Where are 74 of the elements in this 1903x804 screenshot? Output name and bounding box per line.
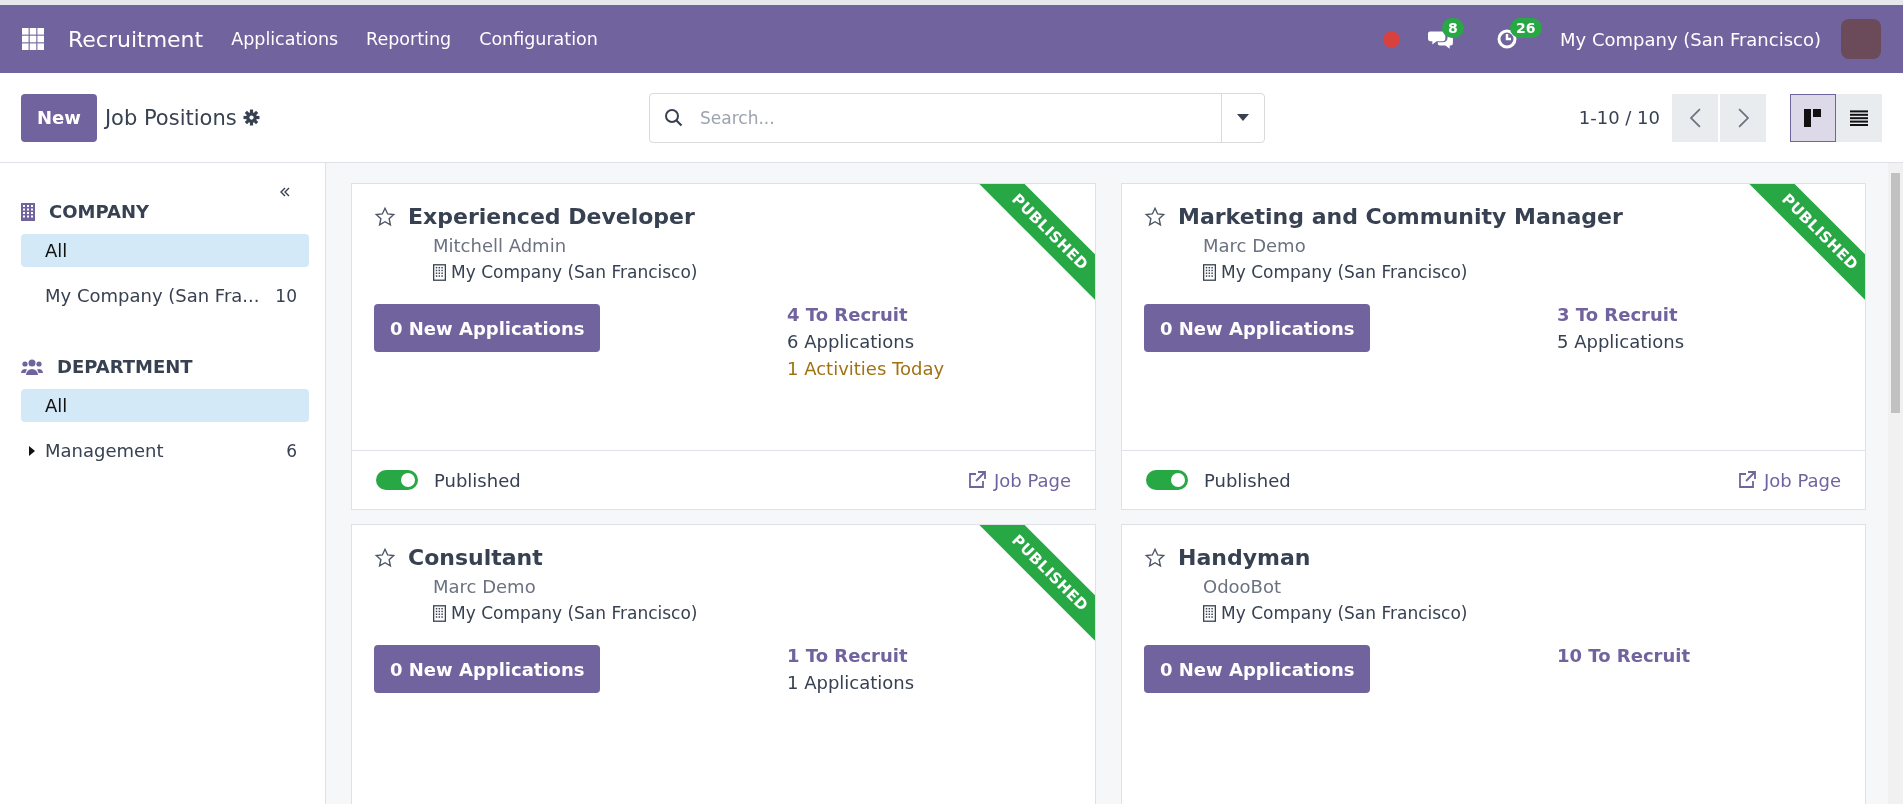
job-title: Marketing and Community Manager	[1178, 204, 1623, 229]
building-icon	[433, 263, 446, 281]
search-icon	[664, 107, 684, 128]
search-bar[interactable]: Search...	[649, 92, 1265, 143]
previous-button[interactable]	[1672, 93, 1718, 142]
new-applications-button[interactable]: 0 New Applications	[374, 645, 601, 693]
new-applications-button[interactable]: 0 New Applications	[1144, 645, 1371, 693]
job-title: Handyman	[1178, 545, 1311, 570]
job-title: Experienced Developer	[408, 204, 695, 229]
star-icon[interactable]	[374, 205, 396, 228]
to-recruit-link[interactable]: 4 To Recruit	[787, 304, 945, 325]
to-recruit-link[interactable]: 10 To Recruit	[1557, 645, 1691, 666]
star-icon[interactable]	[1144, 205, 1166, 228]
chevron-left-icon	[1689, 107, 1701, 128]
external-link-icon	[967, 471, 986, 489]
scrollbar[interactable]	[1888, 163, 1903, 804]
star-icon[interactable]	[1144, 546, 1166, 569]
new-applications-button[interactable]: 0 New Applications	[374, 304, 601, 352]
menu-item[interactable]: Configuration	[479, 29, 598, 49]
filter-item[interactable]: All	[21, 389, 309, 422]
new-applications-button[interactable]: 0 New Applications	[1144, 304, 1371, 352]
published-toggle[interactable]	[376, 470, 418, 490]
company-name: My Company (San Francisco)	[1221, 603, 1468, 623]
company-name: My Company (San Francisco)	[1221, 262, 1468, 282]
caret-down-icon[interactable]	[1237, 113, 1249, 122]
external-link-icon	[1737, 471, 1756, 489]
list-view-button[interactable]	[1836, 93, 1882, 142]
chevron-right-icon	[1737, 107, 1749, 128]
company-switcher[interactable]: My Company (San Francisco)	[1560, 28, 1821, 50]
kanban-view-button[interactable]	[1790, 93, 1836, 142]
building-icon	[433, 604, 446, 622]
caret-right-icon[interactable]	[29, 445, 35, 456]
filter-item[interactable]: Management 6	[21, 434, 309, 467]
menu-item[interactable]: Reporting	[366, 29, 452, 49]
star-icon[interactable]	[374, 546, 396, 569]
next-button[interactable]	[1720, 93, 1766, 142]
kanban-icon	[1803, 107, 1823, 128]
job-card[interactable]: Handyman OdooBot My Company (San Francisco) 0 New Applications 10 To Recruit	[1121, 524, 1866, 804]
to-recruit-link[interactable]: 1 To Recruit	[787, 645, 915, 666]
section-title: COMPANY	[49, 201, 149, 222]
applications-link[interactable]: 1 Applications	[787, 672, 915, 693]
job-page-link[interactable]: Job Page	[967, 469, 1071, 491]
published-toggle[interactable]	[1146, 470, 1188, 490]
pager-value[interactable]: 1-10 / 10	[1578, 107, 1660, 128]
building-icon	[21, 202, 35, 221]
app-name[interactable]: Recruitment	[68, 26, 204, 52]
job-title: Consultant	[408, 545, 543, 570]
building-icon	[1203, 263, 1216, 281]
activity-count: 26	[1510, 18, 1542, 38]
page-title: Job Positions	[104, 105, 237, 130]
apps-grid-icon[interactable]	[22, 28, 44, 50]
activities-link[interactable]: 1 Activities Today	[787, 358, 945, 379]
users-icon	[21, 358, 43, 375]
company-name: My Company (San Francisco)	[451, 603, 698, 623]
building-icon	[1203, 604, 1216, 622]
section-title: DEPARTMENT	[57, 356, 193, 377]
to-recruit-link[interactable]: 3 To Recruit	[1557, 304, 1685, 325]
job-page-link[interactable]: Job Page	[1737, 469, 1841, 491]
new-button[interactable]: New	[21, 93, 97, 142]
status-dot[interactable]	[1383, 30, 1401, 48]
published-label: Published	[434, 469, 521, 491]
applications-link[interactable]: 6 Applications	[787, 331, 945, 352]
filter-item[interactable]: All	[21, 234, 309, 267]
settings-icon[interactable]	[242, 109, 260, 126]
clock-icon[interactable]	[1496, 28, 1519, 50]
menu-item[interactable]: Applications	[231, 29, 339, 49]
applications-link[interactable]: 5 Applications	[1557, 331, 1685, 352]
collapse-icon[interactable]	[279, 187, 291, 197]
list-icon	[1849, 107, 1869, 128]
published-label: Published	[1204, 469, 1291, 491]
manager-name: OdooBot	[1203, 576, 1283, 597]
company-name: My Company (San Francisco)	[451, 262, 698, 282]
message-count: 8	[1442, 18, 1464, 38]
filter-item[interactable]: My Company (San Fra... 10	[21, 279, 309, 312]
